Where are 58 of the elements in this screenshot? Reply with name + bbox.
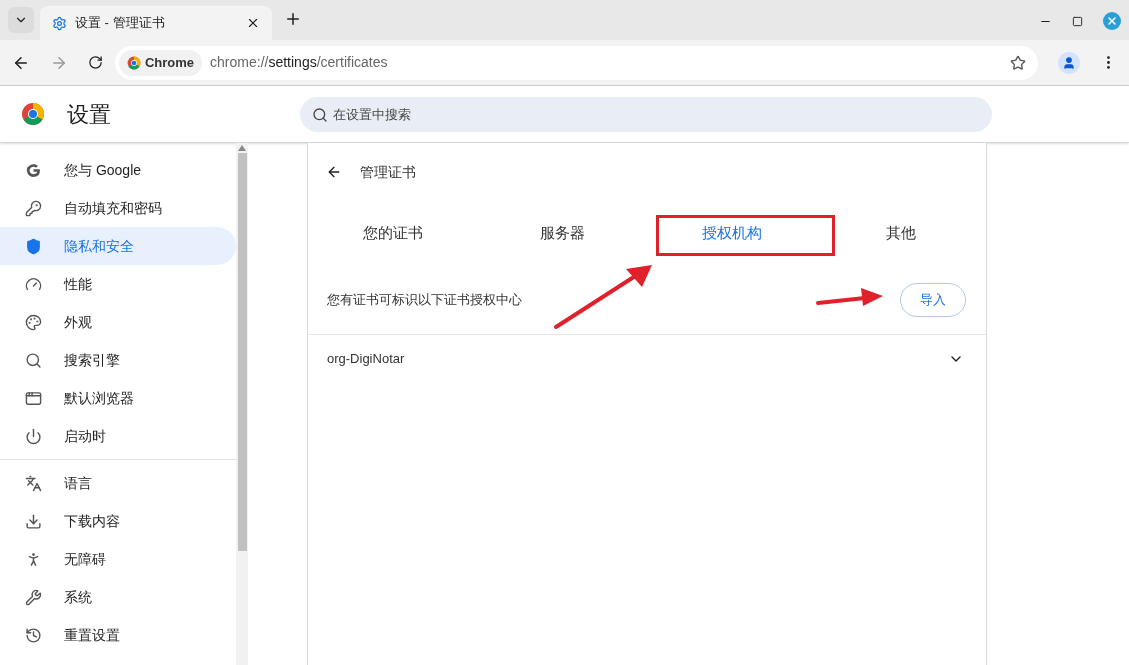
window-icon — [25, 389, 42, 407]
sidebar-item[interactable]: 系统 — [0, 578, 236, 616]
certificate-name: org-DigiNotar — [327, 350, 405, 369]
tab-list-button[interactable] — [8, 7, 34, 33]
search-icon — [312, 106, 328, 123]
bookmark-star-icon[interactable] — [1010, 54, 1027, 71]
sidebar-item[interactable]: 搜索引擎 — [0, 341, 236, 379]
certificate-tab[interactable]: 服务器 — [477, 221, 647, 245]
sidebar-item[interactable]: 外观 — [0, 303, 236, 341]
search-icon — [25, 351, 42, 369]
download-icon — [25, 512, 42, 530]
scroll-up-icon[interactable] — [238, 145, 246, 151]
description-text: 您有证书可标识以下证书授权中心 — [327, 290, 522, 309]
address-bar[interactable]: Chrome chrome://settings/certificates — [114, 45, 1039, 80]
new-tab-icon[interactable] — [284, 10, 302, 28]
sidebar-item[interactable]: 启动时 — [0, 417, 236, 455]
settings-icon — [52, 15, 67, 31]
sidebar-item[interactable]: 默认浏览器 — [0, 379, 236, 417]
chrome-logo-icon — [126, 55, 141, 70]
sidebar-item[interactable]: 自动填充和密码 — [0, 189, 236, 227]
settings-title: 设置 — [67, 100, 111, 129]
sidebar-item[interactable]: 隐私和安全 — [0, 227, 236, 265]
import-button[interactable]: 导入 — [900, 282, 966, 317]
wrench-icon — [25, 588, 42, 606]
close-icon[interactable] — [246, 16, 260, 30]
power-icon — [25, 427, 42, 445]
reload-icon[interactable] — [87, 55, 103, 70]
url-text: chrome://settings/certificates — [210, 53, 388, 72]
site-chip[interactable]: Chrome — [118, 49, 203, 76]
certificate-tab[interactable]: 您的证书 — [308, 221, 478, 245]
page-title: 管理证书 — [360, 162, 416, 182]
palette-icon — [25, 313, 42, 331]
chrome-logo-icon — [21, 102, 45, 126]
sidebar-item[interactable]: 语言 — [0, 464, 236, 502]
history-icon — [25, 626, 42, 644]
annotation-arrow — [816, 288, 883, 306]
sidebar-item[interactable]: 您与 Google — [0, 151, 236, 189]
maximize-icon[interactable] — [1072, 15, 1083, 27]
back-icon[interactable] — [326, 164, 342, 180]
certificate-tab[interactable]: 授权机构 — [647, 221, 817, 245]
certificate-tab[interactable]: 其他 — [816, 221, 986, 245]
translate-icon — [25, 474, 42, 492]
gauge-icon — [25, 275, 42, 293]
shield-icon — [25, 237, 42, 255]
browser-tab[interactable]: 设置 - 管理证书 — [40, 6, 272, 40]
certificate-row[interactable]: org-DigiNotar — [308, 335, 986, 383]
key-icon — [25, 199, 42, 217]
scrollbar[interactable] — [236, 143, 248, 665]
google-icon — [25, 161, 42, 179]
sidebar-item[interactable]: 重置设置 — [0, 616, 236, 654]
search-field[interactable]: 在设置中搜索 — [300, 96, 992, 132]
chip-label: Chrome — [144, 53, 195, 72]
sidebar-item[interactable]: 下载内容 — [0, 502, 236, 540]
tab-title: 设置 - 管理证书 — [75, 14, 166, 33]
close-window-icon[interactable] — [1103, 12, 1121, 30]
profile-icon[interactable] — [1058, 51, 1081, 74]
sidebar-item[interactable]: 无障碍 — [0, 540, 236, 578]
sidebar-item[interactable]: 性能 — [0, 265, 236, 303]
